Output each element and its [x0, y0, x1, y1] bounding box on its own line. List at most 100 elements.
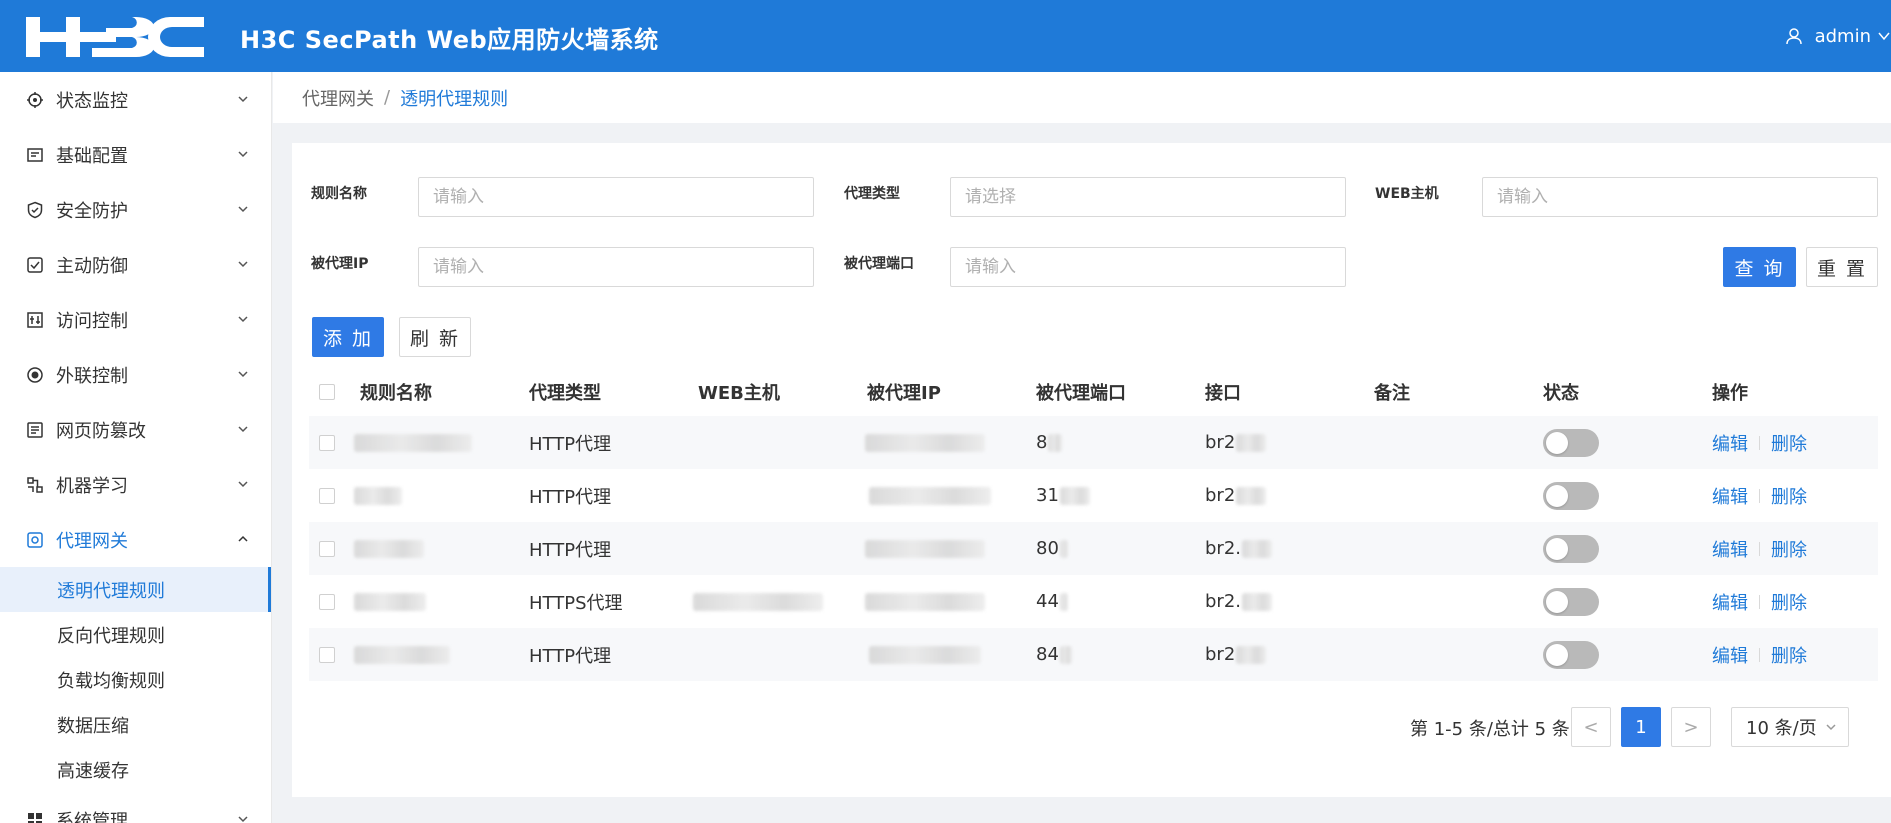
row-checkbox[interactable]: [319, 540, 335, 557]
proxy-type-cell: HTTP代理: [529, 539, 612, 561]
sidebar-item-label: 代理网关: [56, 530, 128, 552]
rule-name-cell: [354, 575, 426, 628]
sidebar-item-system-management[interactable]: 系统管理: [0, 792, 271, 823]
sidebar-item-basic-config[interactable]: 基础配置: [0, 127, 271, 182]
sidebar-item-outbound-control[interactable]: 外联控制: [0, 347, 271, 402]
proxied-ip-cell: [865, 522, 985, 575]
page-1-button[interactable]: 1: [1621, 707, 1661, 747]
sidebar-item-status-monitor[interactable]: 状态监控: [0, 72, 271, 127]
divider: [1759, 647, 1760, 662]
delete-link[interactable]: 删除: [1771, 430, 1807, 456]
redacted-text: [865, 592, 985, 611]
sidebar-item-security[interactable]: 安全防护: [0, 182, 271, 237]
sidebar-subitem-reverse-proxy[interactable]: 反向代理规则: [0, 612, 271, 657]
delete-link[interactable]: 删除: [1771, 642, 1807, 668]
redacted-text: [1236, 433, 1267, 452]
chevron-down-icon: [238, 481, 248, 488]
proxy-type-select[interactable]: [950, 177, 1346, 217]
action-cell: 编辑 删除: [1712, 628, 1807, 681]
proxy-icon: [27, 531, 43, 548]
sidebar-item-access-control[interactable]: 访问控制: [0, 292, 271, 347]
status-toggle[interactable]: [1543, 587, 1599, 616]
row-checkbox[interactable]: [319, 487, 335, 504]
sidebar-item-label: 安全防护: [56, 200, 128, 222]
column-header: 被代理IP: [867, 383, 941, 404]
status-cell: [1543, 628, 1599, 681]
status-cell: [1543, 469, 1599, 522]
column-header: 规则名称: [360, 383, 432, 404]
rules-table: 规则名称 代理类型 WEB主机 被代理IP 被代理端口 接口 备注 状态 操作 …: [309, 368, 1878, 681]
status-toggle[interactable]: [1543, 428, 1599, 457]
page-size-value: 10 条/页: [1746, 718, 1817, 739]
divider: [1759, 594, 1760, 609]
sidebar-subitem-cache[interactable]: 高速缓存: [0, 747, 271, 792]
action-cell: 编辑 删除: [1712, 575, 1807, 628]
proxied-port-cell: 84: [1036, 628, 1072, 681]
sidebar-subitem-load-balance[interactable]: 负载均衡规则: [0, 657, 271, 702]
divider: [1759, 488, 1760, 503]
proxied-port-input[interactable]: [950, 247, 1346, 287]
next-page-button[interactable]: >: [1671, 707, 1711, 747]
status-toggle[interactable]: [1543, 481, 1599, 510]
table-header: 规则名称 代理类型 WEB主机 被代理IP 被代理端口 接口 备注 状态 操作: [309, 368, 1878, 416]
interface-cell: br2: [1205, 628, 1267, 681]
status-cell: [1543, 522, 1599, 575]
proxied-port-cell: 31: [1036, 469, 1090, 522]
chevron-down-icon: [238, 206, 248, 213]
edit-link[interactable]: 编辑: [1712, 430, 1748, 456]
pagination-summary: 第 1-5 条/总计 5 条: [1410, 719, 1570, 740]
rule-name-input[interactable]: [418, 177, 814, 217]
add-button[interactable]: 添 加: [312, 317, 384, 357]
top-header: H3C SecPath Web应用防火墙系统 admin: [0, 0, 1891, 72]
sidebar-subitem-data-compression[interactable]: 数据压缩: [0, 702, 271, 747]
user-menu[interactable]: admin: [1785, 24, 1891, 48]
status-cell: [1543, 575, 1599, 628]
delete-link[interactable]: 删除: [1771, 483, 1807, 509]
row-checkbox[interactable]: [319, 593, 335, 610]
prev-page-button[interactable]: <: [1571, 707, 1611, 747]
rule-name-label: 规则名称: [311, 186, 367, 202]
status-toggle[interactable]: [1543, 640, 1599, 669]
status-toggle[interactable]: [1543, 534, 1599, 563]
page-size-select[interactable]: 10 条/页: [1731, 707, 1849, 747]
query-button[interactable]: 查 询: [1723, 247, 1796, 287]
rule-name-cell: [354, 628, 450, 681]
sidebar-item-label: 外联控制: [56, 365, 128, 387]
refresh-button[interactable]: 刷 新: [399, 317, 471, 357]
reset-button[interactable]: 重 置: [1806, 247, 1878, 287]
edit-link[interactable]: 编辑: [1712, 536, 1748, 562]
web-host-cell: [693, 575, 823, 628]
interface-cell: br2: [1205, 416, 1267, 469]
sidebar-item-machine-learning[interactable]: 机器学习: [0, 457, 271, 512]
select-all-checkbox[interactable]: [319, 384, 335, 400]
proxied-ip-cell: [865, 575, 985, 628]
interface-cell: br2.: [1205, 575, 1272, 628]
delete-link[interactable]: 删除: [1771, 536, 1807, 562]
sidebar-item-proxy-gateway[interactable]: 代理网关: [0, 512, 271, 567]
sidebar-item-web-tamper[interactable]: 网页防篡改: [0, 402, 271, 457]
interface-cell: br2.: [1205, 522, 1272, 575]
proxied-ip-input[interactable]: [418, 247, 814, 287]
sidebar-item-active-defense[interactable]: 主动防御: [0, 237, 271, 292]
edit-link[interactable]: 编辑: [1712, 589, 1748, 615]
row-checkbox[interactable]: [319, 646, 335, 663]
row-checkbox[interactable]: [319, 434, 335, 451]
ml-icon: [27, 476, 43, 493]
status-cell: [1543, 416, 1599, 469]
chevron-up-icon: [238, 535, 248, 542]
redacted-text: [1048, 433, 1063, 452]
column-header: 备注: [1374, 383, 1410, 404]
delete-link[interactable]: 删除: [1771, 589, 1807, 615]
column-header: 接口: [1205, 383, 1241, 404]
redacted-text: [354, 645, 450, 664]
sidebar-item-label: 网页防篡改: [56, 420, 146, 442]
web-host-input[interactable]: [1482, 177, 1878, 217]
system-icon: [28, 812, 42, 823]
edit-link[interactable]: 编辑: [1712, 483, 1748, 509]
sidebar-subitem-transparent-proxy[interactable]: 透明代理规则: [0, 567, 271, 612]
edit-link[interactable]: 编辑: [1712, 642, 1748, 668]
breadcrumb-parent[interactable]: 代理网关: [302, 85, 374, 111]
proxy-type-cell: HTTPS代理: [529, 592, 623, 614]
app-title: H3C SecPath Web应用防火墙系统: [240, 26, 659, 54]
sidebar-item-label: 主动防御: [56, 255, 128, 277]
